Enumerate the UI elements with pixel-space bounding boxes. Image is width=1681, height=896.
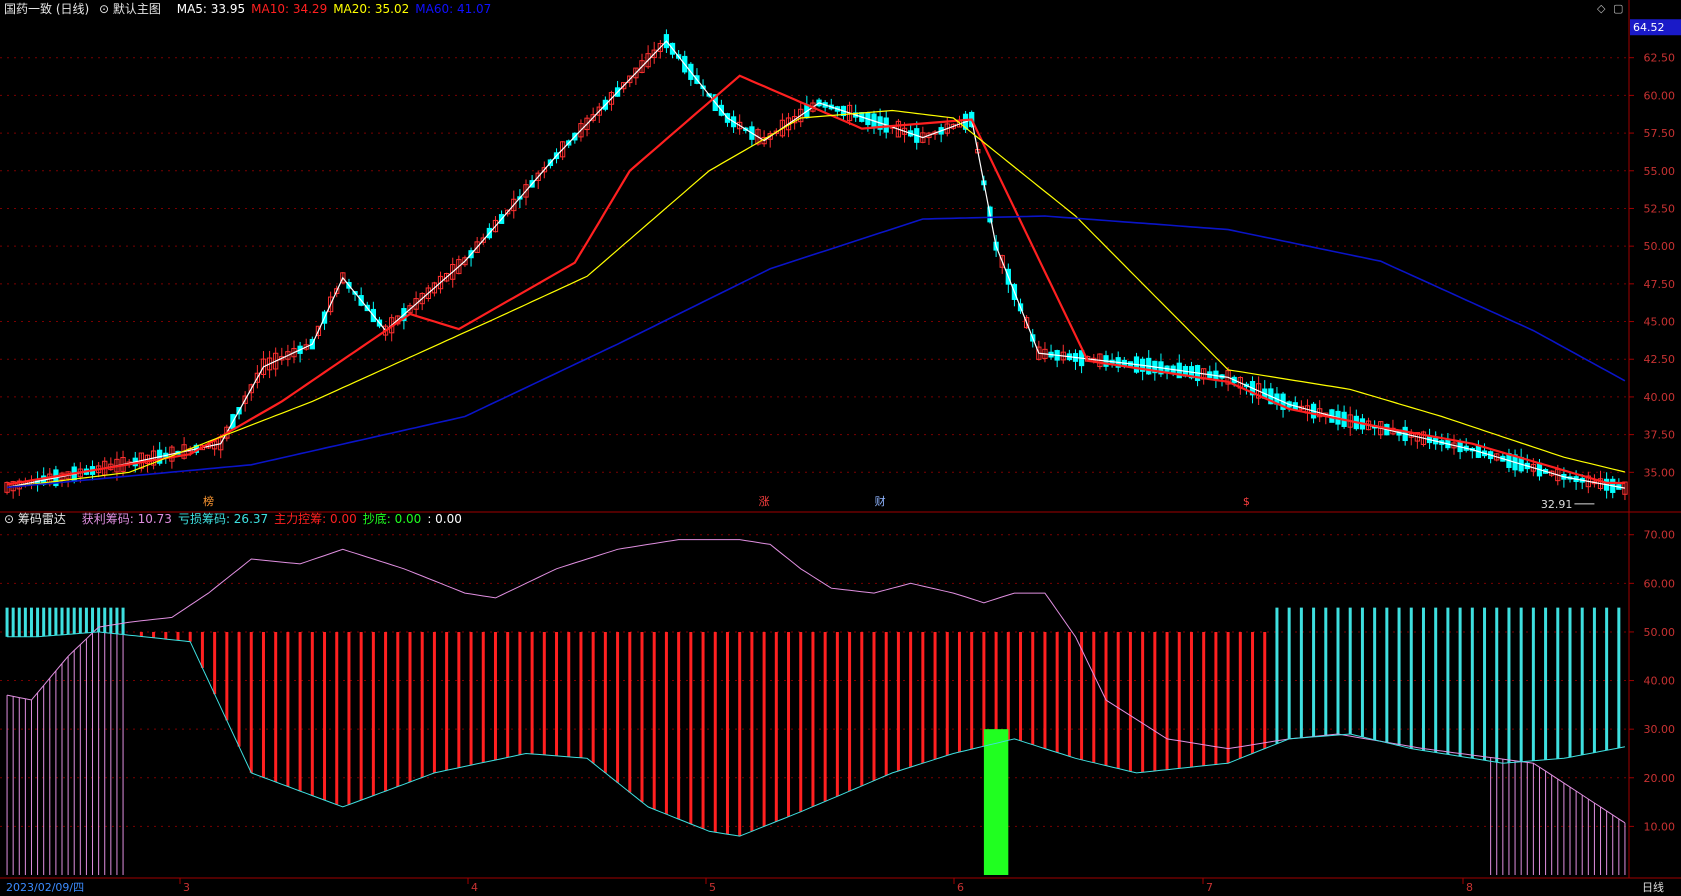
template-label: 默认主图 [112,2,161,16]
square-icon[interactable]: ▢ [1613,2,1623,15]
indicator-legend: 获利筹码: 10.73 亏损筹码: 26.37 主力控筹: 0.00 抄底: 0.00… [82,512,468,526]
price-tick-label: 50.00 [1644,240,1676,253]
indicator-tick-label: 20.00 [1644,772,1676,785]
indicator-legend-item: 抄底: 0.00 [362,512,422,526]
price-tick-label: 62.50 [1644,52,1676,65]
period-label: 日线 [1642,880,1664,894]
price-tag-label: 64.52 [1633,21,1665,34]
indicator-tick-label: 60.00 [1644,577,1676,590]
indicator-header: ⊙ 筹码雷达 获利筹码: 10.73 亏损筹码: 26.37 主力控筹: 0.00 抄… [4,511,474,527]
low-label: 32.91 [1541,498,1573,511]
month-label: 3 [183,881,190,894]
month-label: 6 [957,881,964,894]
price-tick-label: 52.50 [1644,202,1676,215]
indicator-legend-item: : 0.00 [427,512,462,526]
indicator-tick-label: 10.00 [1644,820,1676,833]
price-tick-label: 55.00 [1644,165,1676,178]
main-chart-header: 国药一致 (日线) ⊙ 默认主图 MA5: 33.95 MA10: 34.29 MA… [4,1,503,17]
event-marker: 涨 [759,495,770,508]
month-label: 8 [1466,881,1473,894]
month-label: 7 [1206,881,1213,894]
ma-line-ma10 [6,74,1625,486]
event-marker: 榜 [203,494,214,508]
ma-line-ma20 [7,109,1626,488]
ma-legend-item: MA20: 35.02 [333,2,410,16]
price-tick-label: 57.50 [1644,127,1676,140]
ma-legend: MA5: 33.95 MA10: 34.29 MA20: 35.02 MA60: 41… [177,2,498,16]
price-tick-label: 37.50 [1644,429,1676,442]
event-marker: 财 [875,494,886,508]
indicator-tick-label: 30.00 [1644,723,1676,736]
ma-legend-item: MA10: 34.29 [251,2,328,16]
month-label: 4 [471,881,478,894]
indicator-legend-item: 亏损筹码: 26.37 [177,512,269,526]
price-tick-label: 35.00 [1644,466,1676,479]
indicator-tick-label: 50.00 [1644,626,1676,639]
indicator-tick-label: 70.00 [1644,529,1676,542]
price-tick-label: 40.00 [1644,391,1676,404]
event-marker: $ [1243,495,1250,508]
price-tick-label: 45.00 [1644,316,1676,329]
month-label: 5 [709,881,716,894]
price-tick-label: 47.50 [1644,278,1676,291]
indicator-title[interactable]: ⊙ 筹码雷达 [4,512,72,526]
first-date-label: 2023/02/09/四 [6,881,84,894]
indicator-tick-label: 40.00 [1644,675,1676,688]
template-selector[interactable]: ⊙ 默认主图 [99,2,167,16]
indicator-title-label: 筹码雷达 [17,512,66,526]
dip-buy-bar [983,729,1009,875]
price-tick-label: 42.50 [1644,353,1676,366]
price-tick-label: 60.00 [1644,89,1676,102]
stock-title[interactable]: 国药一致 (日线) [4,2,89,16]
ma-line-ma60 [7,215,1626,489]
chart-canvas: 35.00 37.50 40.00 42.50 45.00 47.50 50.00 52.50… [0,0,1681,894]
indicator-legend-item: 主力控筹: 0.00 [274,512,357,526]
diamond-icon[interactable]: ◇ [1597,2,1605,15]
ma-legend-item: MA60: 41.07 [415,2,492,16]
ma-legend-item: MA5: 33.95 [176,2,246,16]
indicator-legend-item: 获利筹码: 10.73 [81,512,172,526]
